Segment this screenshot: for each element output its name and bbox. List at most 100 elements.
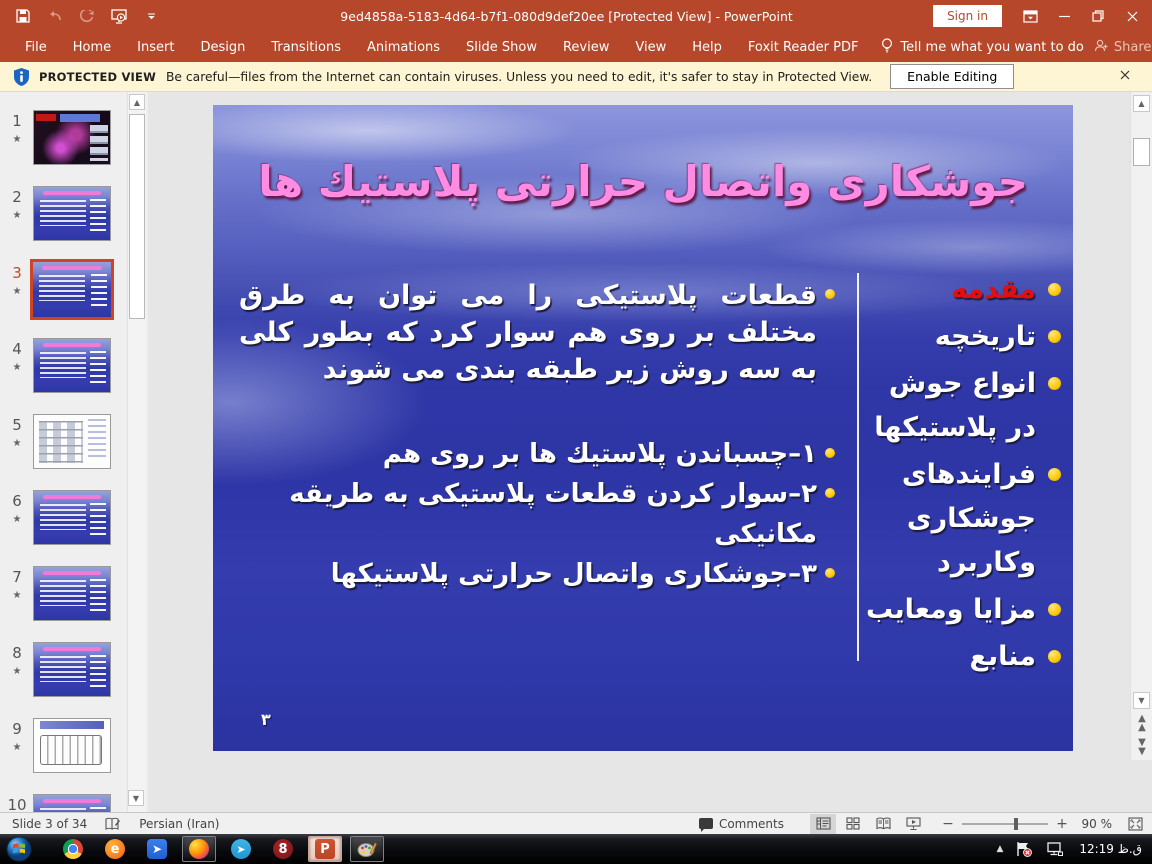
thumbnail-preview[interactable]: [33, 186, 111, 241]
undo-icon[interactable]: [46, 8, 64, 24]
thumbnail-preview[interactable]: [33, 566, 111, 621]
chrome-icon[interactable]: [56, 836, 90, 862]
tell-me-box[interactable]: Tell me what you want to do: [871, 38, 1093, 57]
start-button[interactable]: [4, 834, 34, 864]
thumbnail-slide-number: 2: [12, 188, 22, 206]
start-slideshow-icon[interactable]: [110, 8, 128, 24]
protected-view-message: Be careful—files from the Internet can c…: [166, 70, 872, 84]
slideshow-view-button[interactable]: [900, 814, 926, 834]
close-button[interactable]: [1116, 3, 1148, 29]
ribbon-tab-review[interactable]: Review: [550, 32, 622, 62]
slide-thumbnail[interactable]: 4 ★: [6, 338, 126, 393]
person-add-icon: [1094, 39, 1108, 56]
ribbon-tab-view[interactable]: View: [622, 32, 679, 62]
taskbar-clock[interactable]: ق.ظ 12:19: [1075, 842, 1142, 856]
thumbnail-preview[interactable]: [33, 794, 111, 812]
animation-star-icon: ★: [13, 742, 22, 753]
bullet-icon: [825, 289, 835, 299]
zoom-in-button[interactable]: +: [1056, 816, 1068, 832]
ribbon-tab-insert[interactable]: Insert: [124, 32, 187, 62]
redo-icon[interactable]: [78, 8, 96, 24]
slide-thumbnail[interactable]: 9 ★: [6, 718, 126, 773]
slide-body: قطعات پلاستيكی را می توان به طرق مختلف ب…: [239, 277, 839, 594]
slide-canvas[interactable]: جوشكاری واتصال حرارتی پلاستيك ها مقدمه ت…: [213, 105, 1073, 751]
telegram-icon[interactable]: ➤: [224, 836, 258, 862]
ribbon-tab-design[interactable]: Design: [187, 32, 258, 62]
protected-view-label: PROTECTED VIEW: [39, 70, 156, 84]
scroll-down-icon[interactable]: ▼: [1133, 692, 1150, 709]
blue-arrow-app-icon[interactable]: ➤: [140, 836, 174, 862]
next-slide-button[interactable]: ▼▼: [1134, 738, 1150, 756]
scroll-down-icon[interactable]: ▼: [128, 790, 144, 806]
thumbnail-preview[interactable]: [33, 642, 111, 697]
firefox-icon[interactable]: [182, 836, 216, 862]
scrollbar-thumb[interactable]: [1133, 138, 1150, 166]
qat-customize-chevron-icon[interactable]: [142, 8, 160, 24]
save-icon[interactable]: [14, 8, 32, 24]
scrollbar-thumb[interactable]: [129, 114, 145, 319]
ribbon-tab-home[interactable]: Home: [60, 32, 124, 62]
red-messenger-icon[interactable]: 8: [266, 836, 300, 862]
scroll-up-icon[interactable]: ▲: [1133, 95, 1150, 112]
enable-editing-button[interactable]: Enable Editing: [890, 64, 1014, 89]
ribbon-tab-help[interactable]: Help: [679, 32, 735, 62]
thumbnail-slide-number: 10: [7, 796, 26, 812]
ribbon-tab-transitions[interactable]: Transitions: [258, 32, 354, 62]
thumbnail-scrollbar[interactable]: ▲: [127, 92, 146, 812]
minimize-button[interactable]: [1048, 3, 1080, 29]
slide-thumbnail[interactable]: 1 ★: [6, 110, 126, 165]
action-center-flag-icon[interactable]: [1015, 841, 1033, 857]
protected-view-bar: PROTECTED VIEW Be careful—files from the…: [0, 62, 1152, 92]
thumbnail-slide-number: 6: [12, 492, 22, 510]
paint-icon[interactable]: [350, 836, 384, 862]
zoom-slider-thumb[interactable]: [1014, 818, 1018, 830]
list-item: ۱–چسباندن پلاستيك ها بر روی هم: [239, 434, 839, 474]
ribbon-tab-file[interactable]: File: [12, 32, 60, 62]
reading-view-button[interactable]: [870, 814, 896, 834]
slide-thumbnail[interactable]: 6 ★: [6, 490, 126, 545]
zoom-control: − + 90 %: [942, 816, 1112, 832]
thumbnail-preview[interactable]: [33, 718, 111, 773]
animation-star-icon: ★: [13, 438, 22, 449]
powerpoint-icon[interactable]: P: [308, 836, 342, 862]
slide-thumbnail[interactable]: 3 ★: [6, 262, 126, 317]
dismiss-banner-icon[interactable]: [1112, 69, 1138, 84]
tell-me-label: Tell me what you want to do: [900, 40, 1083, 55]
scroll-up-icon[interactable]: ▲: [129, 94, 145, 110]
comments-button[interactable]: Comments: [689, 817, 794, 831]
browser-e-icon[interactable]: e: [98, 836, 132, 862]
sign-in-button[interactable]: Sign in: [933, 5, 1002, 27]
slide-title: جوشكاری واتصال حرارتی پلاستيك ها: [213, 157, 1073, 206]
slide-thumbnail[interactable]: 7 ★: [6, 566, 126, 621]
spellcheck-icon[interactable]: [105, 817, 121, 831]
slide-thumbnail[interactable]: 5 ★: [6, 414, 126, 469]
zoom-level[interactable]: 90 %: [1076, 817, 1112, 831]
ribbon-tab-foxit-reader-pdf[interactable]: Foxit Reader PDF: [735, 32, 872, 62]
vertical-scrollbar[interactable]: ▲ ▼ ▲▲ ▼▼: [1130, 92, 1152, 760]
fit-slide-to-window-button[interactable]: [1124, 815, 1146, 833]
previous-slide-button[interactable]: ▲▲: [1134, 714, 1150, 732]
animation-star-icon: ★: [13, 514, 22, 525]
restore-button[interactable]: [1082, 3, 1114, 29]
slide-thumbnail[interactable]: 8 ★: [6, 642, 126, 697]
thumbnail-preview[interactable]: [33, 110, 111, 165]
slide-counter[interactable]: Slide 3 of 34: [12, 817, 87, 831]
normal-view-button[interactable]: [810, 814, 836, 834]
ribbon-tab-row: File Home Insert Design Transitions Anim…: [0, 32, 1152, 62]
ribbon-tab-animations[interactable]: Animations: [354, 32, 453, 62]
show-hidden-icons-button[interactable]: ▲: [996, 844, 1003, 854]
slide-thumbnail[interactable]: 2 ★: [6, 186, 126, 241]
thumbnail-preview[interactable]: [33, 490, 111, 545]
ribbon-display-options-icon[interactable]: [1014, 3, 1046, 29]
share-button[interactable]: Share: [1094, 39, 1152, 56]
slide-thumbnail[interactable]: 10 ★: [6, 794, 126, 812]
thumbnail-preview[interactable]: [33, 414, 111, 469]
language-indicator[interactable]: Persian (Iran): [139, 817, 219, 831]
zoom-slider[interactable]: [962, 823, 1048, 825]
zoom-out-button[interactable]: −: [942, 816, 954, 832]
thumbnail-preview[interactable]: [30, 259, 114, 320]
thumbnail-preview[interactable]: [33, 338, 111, 393]
slide-sorter-view-button[interactable]: [840, 814, 866, 834]
ribbon-tab-slide-show[interactable]: Slide Show: [453, 32, 550, 62]
network-icon[interactable]: [1045, 841, 1063, 857]
